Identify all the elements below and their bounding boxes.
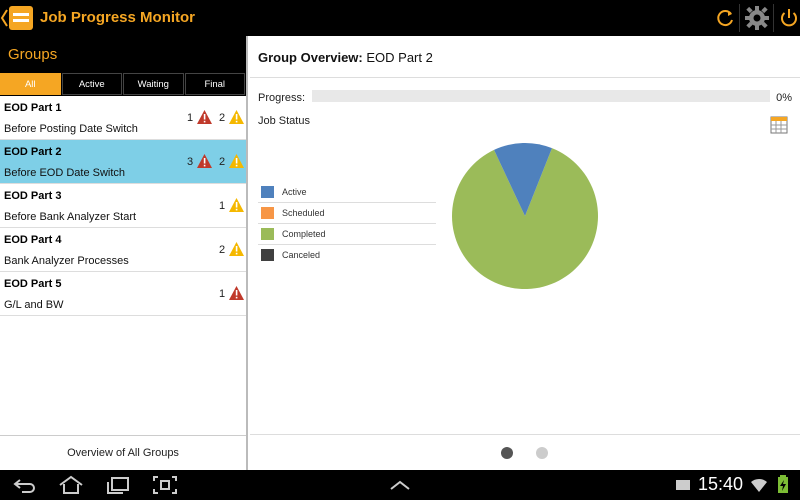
home-nav-icon[interactable] — [58, 475, 84, 495]
progress-bar — [312, 90, 770, 102]
table-view-icon[interactable] — [770, 116, 788, 134]
progress-value: 0% — [776, 92, 792, 104]
legend-swatch — [261, 186, 274, 198]
group-subtitle: Bank Analyzer Processes — [4, 255, 129, 267]
group-list-item[interactable]: EOD Part 5 G/L and BW 1 — [0, 272, 246, 316]
battery-icon — [778, 475, 788, 493]
warning-icon — [229, 198, 244, 212]
legend-item-scheduled: Scheduled — [258, 203, 436, 224]
legend-item-completed: Completed — [258, 224, 436, 245]
legend-label: Canceled — [282, 250, 321, 260]
group-list-item[interactable]: EOD Part 2 Before EOD Date Switch 3 2 — [0, 140, 246, 184]
legend-swatch — [261, 228, 274, 240]
filter-segmented-control: All Active Waiting Final — [0, 72, 246, 96]
page-dot-active[interactable] — [501, 447, 513, 459]
notification-icon[interactable] — [674, 475, 692, 495]
filter-final-button[interactable]: Final — [184, 73, 245, 95]
action-bar: Job Progress Monitor — [0, 0, 800, 36]
legend-label: Scheduled — [282, 208, 325, 218]
back-nav-icon[interactable] — [12, 475, 38, 495]
warning-icon — [229, 242, 244, 256]
legend-label: Active — [282, 187, 307, 197]
filter-all-button[interactable]: All — [0, 73, 61, 95]
group-list-item[interactable]: EOD Part 3 Before Bank Analyzer Start 1 — [0, 184, 246, 228]
app-window: Job Progress Monitor Groups All Active W… — [0, 0, 800, 500]
legend-swatch — [261, 207, 274, 219]
group-subtitle: G/L and BW — [4, 299, 64, 311]
error-count: 1 — [187, 112, 194, 124]
status-clock: 15:40 — [698, 474, 744, 494]
group-subtitle: Before Posting Date Switch — [4, 123, 138, 135]
group-subtitle: Before EOD Date Switch — [4, 167, 126, 179]
warning-icon — [229, 110, 244, 124]
page-dot[interactable] — [536, 447, 548, 459]
overview-group-name: EOD Part 2 — [366, 50, 433, 65]
group-list: EOD Part 1 Before Posting Date Switch 1 … — [0, 96, 246, 316]
app-logo-icon — [9, 6, 33, 30]
group-overview-panel: Group Overview: EOD Part 2 Progress: 0% … — [250, 36, 800, 470]
recent-apps-icon[interactable] — [105, 475, 131, 495]
group-name: EOD Part 4 — [4, 234, 62, 246]
warning-count: 2 — [219, 244, 226, 256]
legend-item-canceled: Canceled — [258, 245, 436, 266]
progress-label: Progress: — [258, 92, 306, 104]
legend-item-active: Active — [258, 182, 436, 203]
job-status-label: Job Status — [258, 115, 310, 127]
error-icon — [197, 154, 212, 168]
warning-icon — [229, 154, 244, 168]
overview-all-groups-button[interactable]: Overview of All Groups — [0, 435, 246, 470]
screenshot-icon[interactable] — [152, 475, 178, 495]
legend-swatch — [261, 249, 274, 261]
group-name: EOD Part 3 — [4, 190, 62, 202]
filter-waiting-button[interactable]: Waiting — [123, 73, 184, 95]
warning-count: 2 — [219, 112, 226, 124]
error-count: 1 — [219, 288, 226, 300]
group-name: EOD Part 5 — [4, 278, 62, 290]
error-icon — [197, 110, 212, 124]
job-status-pie-chart — [452, 143, 598, 289]
wifi-icon — [751, 478, 767, 492]
group-list-item[interactable]: EOD Part 4 Bank Analyzer Processes 2 — [0, 228, 246, 272]
group-name: EOD Part 2 — [4, 146, 62, 158]
settings-icon[interactable] — [744, 5, 770, 31]
legend-label: Completed — [282, 229, 326, 239]
groups-header: Groups — [0, 36, 246, 72]
overview-title-prefix: Group Overview: — [258, 50, 363, 65]
page-indicator — [250, 434, 800, 470]
error-icon — [229, 286, 244, 300]
refresh-icon[interactable] — [713, 5, 739, 31]
groups-panel: Groups All Active Waiting Final EOD Part… — [0, 36, 248, 470]
group-subtitle: Before Bank Analyzer Start — [4, 211, 137, 223]
group-name: EOD Part 1 — [4, 102, 62, 114]
up-chevron-icon[interactable] — [387, 475, 413, 495]
action-bar-divider — [739, 4, 740, 32]
group-list-item[interactable]: EOD Part 1 Before Posting Date Switch 1 … — [0, 96, 246, 140]
action-bar-divider — [773, 4, 774, 32]
error-count: 3 — [187, 156, 194, 168]
system-navigation-bar: 15:40 — [0, 470, 800, 500]
warning-count: 1 — [219, 200, 226, 212]
warning-count: 2 — [219, 156, 226, 168]
power-icon[interactable] — [776, 5, 800, 31]
divider — [250, 77, 800, 78]
overview-title: Group Overview: EOD Part 2 — [258, 50, 433, 65]
filter-active-button[interactable]: Active — [61, 73, 122, 95]
chart-legend: Active Scheduled Completed Canceled — [258, 182, 436, 266]
back-chevron-icon[interactable] — [0, 8, 8, 28]
app-title: Job Progress Monitor — [40, 9, 196, 26]
